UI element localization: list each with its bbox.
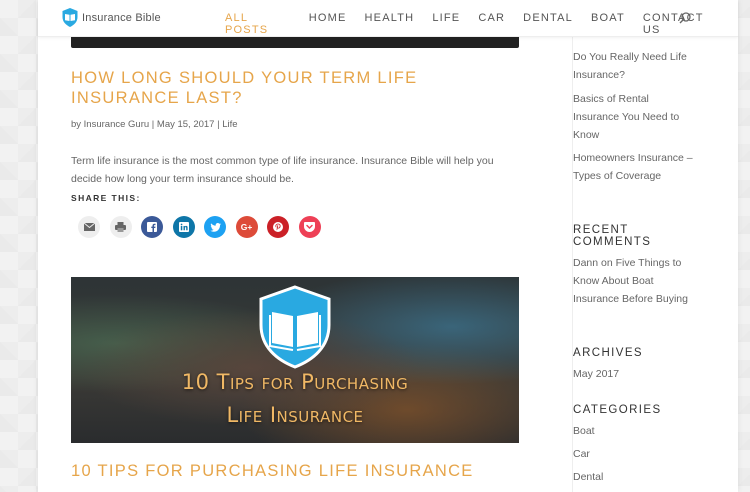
page-container: Insurance Bible ALL POSTS HOME HEALTH LI… xyxy=(38,0,738,492)
nav-car[interactable]: CAR xyxy=(478,12,505,36)
share-google-plus-button[interactable]: G+ xyxy=(235,216,258,238)
share-label: SHARE THIS: xyxy=(71,193,141,203)
nav-all-posts[interactable]: ALL POSTS xyxy=(225,12,291,36)
linkedin-icon xyxy=(178,222,189,232)
sidebar-recent-post[interactable]: Homeowners Insurance – Types of Coverage xyxy=(573,149,693,185)
sidebar-recent-post[interactable]: Do You Really Need Life Insurance? xyxy=(573,48,693,84)
site-logo[interactable]: Insurance Bible xyxy=(62,8,161,27)
post-featured-image[interactable]: 10 Tips for Purchasing Life Insurance xyxy=(71,277,519,443)
nav-health[interactable]: HEALTH xyxy=(365,12,415,36)
pocket-icon xyxy=(304,222,315,232)
featured-image-title-line2: Life Insurance xyxy=(226,403,364,427)
sidebar-archive-link[interactable]: May 2017 xyxy=(573,365,693,383)
site-header: Insurance Bible ALL POSTS HOME HEALTH LI… xyxy=(38,0,738,37)
main-nav: ALL POSTS HOME HEALTH LIFE CAR DENTAL BO… xyxy=(225,12,738,36)
sidebar-recent-comment[interactable]: Dann on Five Things to Know About Boat I… xyxy=(573,254,693,308)
facebook-icon xyxy=(147,222,157,232)
previous-post-image[interactable] xyxy=(71,37,519,48)
share-email-button[interactable] xyxy=(78,216,100,238)
main-content: HOW LONG SHOULD YOUR TERM LIFE INSURANCE… xyxy=(71,37,519,480)
nav-boat[interactable]: BOAT xyxy=(591,12,625,36)
nav-home[interactable]: HOME xyxy=(309,12,347,36)
print-icon xyxy=(115,222,126,232)
pinterest-icon xyxy=(273,222,283,232)
post-meta: by Insurance Guru | May 15, 2017 | Life xyxy=(71,119,238,130)
featured-image-title-line1: 10 Tips for Purchasing xyxy=(181,370,409,394)
post-title[interactable]: HOW LONG SHOULD YOUR TERM LIFE INSURANCE… xyxy=(71,68,519,108)
logo-text: Insurance Bible xyxy=(82,11,161,24)
share-linkedin-button[interactable] xyxy=(172,216,195,238)
sidebar-category-link[interactable]: Car xyxy=(573,445,693,463)
post-title[interactable]: 10 TIPS FOR PURCHASING LIFE INSURANCE xyxy=(71,462,519,481)
sidebar-category-link[interactable]: Boat xyxy=(573,422,693,440)
share-facebook-button[interactable] xyxy=(141,216,163,238)
search-icon[interactable] xyxy=(679,12,691,24)
sidebar-category-link[interactable]: Dental xyxy=(573,468,693,486)
email-icon xyxy=(83,223,95,231)
recent-comments-heading: RECENT COMMENTS xyxy=(573,224,652,248)
share-print-button[interactable] xyxy=(109,216,132,238)
categories-heading: CATEGORIES xyxy=(573,404,662,416)
nav-life[interactable]: LIFE xyxy=(432,12,460,36)
shield-book-icon xyxy=(259,285,331,369)
shield-book-icon xyxy=(62,8,78,27)
share-twitter-button[interactable] xyxy=(204,216,226,238)
share-pocket-button[interactable] xyxy=(298,216,321,238)
archives-heading: ARCHIVES xyxy=(573,347,643,359)
nav-dental[interactable]: DENTAL xyxy=(523,12,573,36)
google-plus-icon: G+ xyxy=(240,222,253,232)
share-buttons: G+ xyxy=(71,216,519,238)
sidebar: Life Insurance Do You Really Need Life I… xyxy=(572,28,732,492)
share-pinterest-button[interactable] xyxy=(267,216,289,238)
post-excerpt: Term life insurance is the most common t… xyxy=(71,155,494,185)
twitter-icon xyxy=(209,222,221,232)
sidebar-recent-post[interactable]: Basics of Rental Insurance You Need to K… xyxy=(573,90,693,144)
